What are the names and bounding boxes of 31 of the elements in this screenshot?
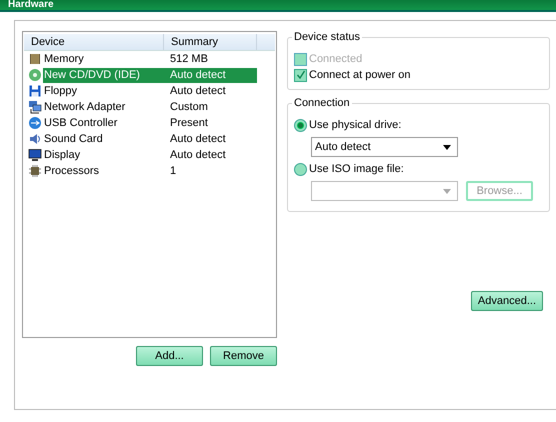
checkbox-label: Connected <box>309 53 362 65</box>
device-list-row[interactable]: Sound Card Auto detect <box>43 132 257 146</box>
advanced-button[interactable]: Advanced... <box>470 291 543 311</box>
device-list-row[interactable]: New CD/DVD (IDE) Auto detect <box>43 68 257 82</box>
radio-label: Use physical drive: <box>309 119 402 131</box>
remove-button[interactable]: Remove <box>210 346 277 366</box>
radio-button[interactable] <box>294 162 307 176</box>
window-title: Hardware <box>7 0 55 10</box>
add-button[interactable]: Add... <box>136 346 203 366</box>
device-list-row[interactable]: Memory 512 MB <box>43 52 257 66</box>
column-header[interactable]: Summary <box>164 34 257 50</box>
device-list-row[interactable]: USB Controller Present <box>43 116 257 130</box>
usb-icon <box>28 116 42 130</box>
disc-icon <box>28 68 42 82</box>
dropdown-arrow-icon <box>443 188 451 194</box>
device-list-row[interactable]: Display Auto detect <box>43 148 257 162</box>
checkbox[interactable] <box>294 68 307 82</box>
device-list-row[interactable]: Processors 1 <box>43 164 257 178</box>
network-computers-icon <box>28 100 42 114</box>
dropdown-arrow-icon <box>443 144 451 150</box>
memory-chip-icon <box>28 52 42 66</box>
monitor-icon <box>28 148 42 162</box>
column-header[interactable]: Device <box>24 34 164 50</box>
processor-chip-icon <box>28 164 42 178</box>
checkbox-label: Connect at power on <box>309 69 411 81</box>
radio-button[interactable] <box>294 118 307 132</box>
speaker-icon <box>28 132 42 146</box>
radio-label: Use ISO image file: <box>309 163 404 175</box>
device-list-row[interactable]: Network Adapter Custom <box>43 100 257 114</box>
drive-dropdown[interactable]: Auto detect <box>311 137 458 157</box>
device-list-row[interactable]: Floppy Auto detect <box>43 84 257 98</box>
